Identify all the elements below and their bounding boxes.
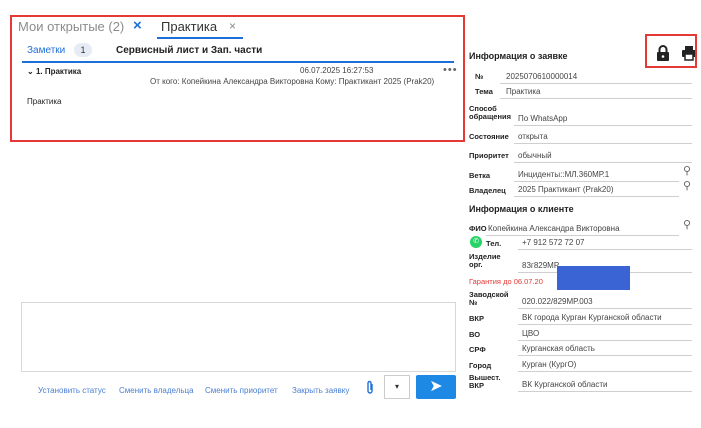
branch-label: Ветка: [469, 171, 491, 180]
vkr-underline: [518, 324, 692, 325]
change-owner-link[interactable]: Сменить владельца: [119, 386, 194, 395]
higher-vkr-label: Вышест. ВКР: [469, 373, 501, 390]
send-options-dropdown[interactable]: ▾: [384, 375, 410, 399]
fio-label: ФИО: [469, 224, 487, 233]
vo-underline: [518, 340, 692, 341]
priority-label: Приоритет: [469, 151, 509, 160]
number-label: №: [475, 72, 484, 81]
topic-value[interactable]: Практика: [506, 87, 541, 96]
priority-underline: [514, 162, 692, 163]
state-label: Состояние: [469, 132, 509, 141]
client-search-icon[interactable]: ⚲: [683, 218, 691, 231]
srf-value[interactable]: Курганская область: [522, 344, 595, 353]
topic-underline: [500, 98, 692, 99]
srf-underline: [518, 355, 692, 356]
set-status-link[interactable]: Установить статус: [38, 386, 106, 395]
branch-underline: [514, 181, 679, 182]
fio-value[interactable]: Копейкина Александра Викторовна: [488, 224, 620, 233]
srf-label: СРФ: [469, 345, 486, 354]
method-label: Способ обращения: [469, 104, 511, 121]
highlight-box-right: [645, 34, 697, 68]
change-priority-link[interactable]: Сменить приоритет: [205, 386, 278, 395]
city-label: Город: [469, 361, 492, 370]
city-value[interactable]: Курган (КургО): [522, 360, 576, 369]
vo-label: ВО: [469, 330, 481, 339]
owner-search-icon[interactable]: ⚲: [683, 179, 691, 192]
product-label: Изделие орг.: [469, 252, 501, 269]
serial-underline: [518, 308, 692, 309]
client-info-title: Информация о клиенте: [469, 204, 574, 214]
number-value: 2025070610000014: [506, 72, 578, 81]
phone-label: Тел.: [486, 239, 502, 248]
attachment-icon[interactable]: [365, 380, 375, 399]
phone-underline: [518, 249, 692, 250]
branch-search-icon[interactable]: ⚲: [683, 164, 691, 177]
serial-value[interactable]: 020.022/829МР.003: [522, 297, 593, 306]
fio-underline: [486, 235, 679, 236]
note-compose-area[interactable]: [21, 302, 456, 372]
priority-value[interactable]: обычный: [518, 151, 552, 160]
state-value[interactable]: открыта: [518, 132, 548, 141]
redacted-block: [557, 266, 630, 290]
higher-vkr-underline: [518, 391, 692, 392]
topic-label: Тема: [475, 87, 493, 96]
request-info-title: Информация о заявке: [469, 51, 568, 61]
whatsapp-icon[interactable]: ✆: [470, 236, 482, 248]
vkr-label: ВКР: [469, 314, 484, 323]
number-underline: [500, 83, 692, 84]
vkr-value[interactable]: ВК города Курган Курганской области: [522, 313, 662, 322]
vo-value[interactable]: ЦВО: [522, 329, 539, 338]
owner-label: Владелец: [469, 186, 506, 195]
product-value[interactable]: 83г829МР: [522, 261, 559, 270]
warranty-text: Гарантия до 06.07.20: [469, 277, 543, 286]
state-underline: [514, 143, 692, 144]
send-button[interactable]: ➤: [416, 375, 456, 399]
highlight-box-left: [10, 15, 465, 142]
method-underline: [514, 125, 692, 126]
close-request-link[interactable]: Закрыть заявку: [292, 386, 349, 395]
city-underline: [518, 371, 692, 372]
owner-underline: [514, 196, 679, 197]
owner-value[interactable]: 2025 Практикант (Prak20): [518, 185, 614, 194]
phone-value[interactable]: +7 912 572 72 07: [522, 238, 585, 247]
method-value: По WhatsApp: [518, 114, 568, 123]
higher-vkr-value[interactable]: ВК Курганской области: [522, 380, 608, 389]
branch-value[interactable]: Инциденты::МЛ.360МР.1: [518, 170, 609, 179]
serial-label: Заводской №: [469, 290, 509, 307]
